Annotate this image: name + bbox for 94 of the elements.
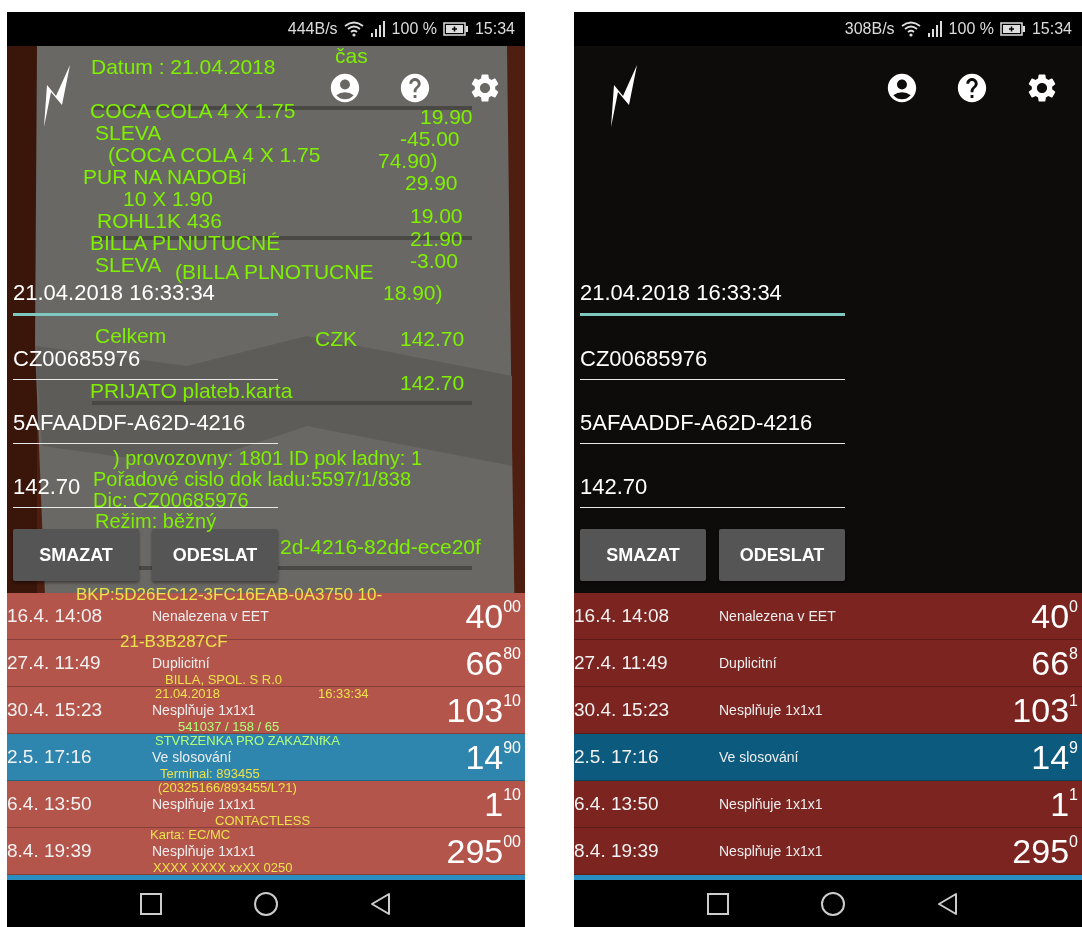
signal-icon <box>369 21 386 37</box>
network-speed: 308B/s <box>844 20 895 38</box>
receipt-time: 30.4. 15:23 <box>574 699 671 721</box>
ocr-text: BILLA PLNUTUCNÉ <box>90 232 281 254</box>
ocr-text: SLEVA <box>95 254 162 276</box>
ocr-text: -45.00 <box>400 128 460 150</box>
input-field[interactable]: 5AFAADDF-A62D-4216 <box>580 411 813 435</box>
clock: 15:34 <box>1031 20 1072 38</box>
receipt-status: Duplicitní <box>719 655 778 671</box>
ocr-text: Dic: CZ00685976 <box>93 490 249 511</box>
signal-icon <box>926 21 943 37</box>
input-field[interactable]: CZ00685976 <box>580 347 708 371</box>
ocr-text: 142.70 <box>400 372 465 394</box>
receipt-time: 2.5. 17:16 <box>574 746 660 768</box>
back-icon[interactable] <box>936 891 960 916</box>
receipt-status: Nenalezena v EET <box>152 608 270 624</box>
receipt-status: Nenalezena v EET <box>719 608 837 624</box>
receipt-status: Nesplňuje 1x1x1 <box>152 702 257 718</box>
receipt-time: 16.4. 14:08 <box>7 605 104 627</box>
ocr-text: -3.00 <box>410 250 458 272</box>
ocr-text: Karta: EC/MC <box>150 828 231 842</box>
delete-button[interactable]: SMAZAT <box>13 529 139 581</box>
ocr-text: 10 X 1.90 <box>123 188 213 210</box>
ocr-text: ) provozovny: 1801 ID pok ladny: 1 <box>113 448 423 469</box>
ocr-text: 541037 / 158 / 65 <box>178 720 280 734</box>
ocr-text: 21.04.2018 <box>155 687 221 701</box>
ocr-text: 2d-4216-82dd-ece20f <box>280 536 481 558</box>
lightning-bolt-logo <box>609 65 639 127</box>
ocr-text: Datum : 21.04.2018 <box>91 56 276 78</box>
ocr-text: 18.90) <box>383 282 443 304</box>
ocr-text: STVRZENKA PRO ZAKAZNfKA <box>155 734 340 748</box>
ocr-text: BILLA, SPOL. S R.0 <box>165 673 283 687</box>
ocr-text: čas <box>335 45 368 67</box>
ocr-text: Režim: běžný <box>95 511 217 532</box>
battery-icon <box>999 22 1026 36</box>
ocr-text: Pořadové cislo dok ladu:5597/1/838 <box>93 469 411 490</box>
receipt-time: 16.4. 14:08 <box>574 605 671 627</box>
ocr-text: 74.90) <box>378 150 438 172</box>
ocr-text: CZK <box>315 328 357 350</box>
recent-apps-icon[interactable] <box>706 891 730 916</box>
ocr-text: Celkem <box>95 325 167 347</box>
ocr-text: XXXX XXXX xxXX 0250 <box>153 861 293 875</box>
receipt-time: 8.4. 19:39 <box>574 840 660 862</box>
receipt-time: 6.4. 13:50 <box>7 793 93 815</box>
ocr-text: Terminal: 893455 <box>160 767 260 781</box>
ocr-text: (BILLA PLNOTUCNE <box>175 261 374 283</box>
receipt-status: Nesplňuje 1x1x1 <box>719 702 824 718</box>
input-field[interactable]: 142.70 <box>580 475 648 499</box>
home-icon[interactable] <box>821 891 845 916</box>
ocr-text: PRIJATO plateb.karta <box>90 380 293 402</box>
ocr-text: 142.70 <box>400 328 465 350</box>
receipt-status: Duplicitní <box>152 655 211 671</box>
recent-apps-icon[interactable] <box>139 891 163 916</box>
receipt-status: Nesplňuje 1x1x1 <box>152 796 257 812</box>
ocr-text: CONTACTLESS <box>215 814 311 828</box>
receipt-status: Nesplňuje 1x1x1 <box>719 843 824 859</box>
receipt-time: 27.4. 11:49 <box>574 652 669 674</box>
receipt-status: Nesplňuje 1x1x1 <box>152 843 257 859</box>
home-icon[interactable] <box>254 891 278 916</box>
network-speed: 444B/s <box>287 20 338 38</box>
ocr-text: COCA COLA 4 X 1.75 <box>90 100 296 122</box>
input-field[interactable]: 21.04.2018 16:33:34 <box>580 281 782 305</box>
ocr-text: 16:33:34 <box>318 687 369 701</box>
delete-button[interactable]: SMAZAT <box>580 529 706 581</box>
receipt-status: Nesplňuje 1x1x1 <box>719 796 824 812</box>
ocr-text: 19.00 <box>410 205 463 227</box>
receipt-time: 8.4. 19:39 <box>7 840 93 862</box>
help-icon[interactable] <box>955 71 989 105</box>
battery-level: 100 % <box>948 20 994 38</box>
ocr-text: 21.90 <box>410 228 463 250</box>
input-field[interactable]: 5AFAADDF-A62D-4216 <box>13 411 246 435</box>
back-icon[interactable] <box>369 891 393 916</box>
receipt-status: Ve slosování <box>152 749 233 765</box>
receipt-time: 6.4. 13:50 <box>574 793 660 815</box>
ocr-text: (20325166/893455/L?1) <box>158 781 297 795</box>
ocr-text: SLEVA <box>95 122 162 144</box>
receipt-status: Ve slosování <box>719 749 800 765</box>
battery-icon <box>442 22 469 36</box>
ocr-text: PUR NA NADOBi <box>83 166 247 188</box>
wifi-icon <box>900 21 921 37</box>
account-icon[interactable] <box>885 71 919 105</box>
input-field[interactable]: CZ00685976 <box>13 347 141 371</box>
ocr-text: ROHL1K 436 <box>97 210 222 232</box>
clock: 15:34 <box>474 20 515 38</box>
send-button[interactable]: ODESLAT <box>719 529 845 581</box>
lightning-bolt-logo <box>42 65 72 127</box>
wifi-icon <box>343 21 364 37</box>
ocr-text: 19.90 <box>420 106 473 128</box>
battery-level: 100 % <box>391 20 437 38</box>
ocr-text: (COCA COLA 4 X 1.75 <box>108 144 321 166</box>
receipt-time: 30.4. 15:23 <box>7 699 104 721</box>
ocr-text: 29.90 <box>405 172 458 194</box>
receipt-time: 2.5. 17:16 <box>7 746 93 768</box>
receipt-time: 27.4. 11:49 <box>7 652 102 674</box>
